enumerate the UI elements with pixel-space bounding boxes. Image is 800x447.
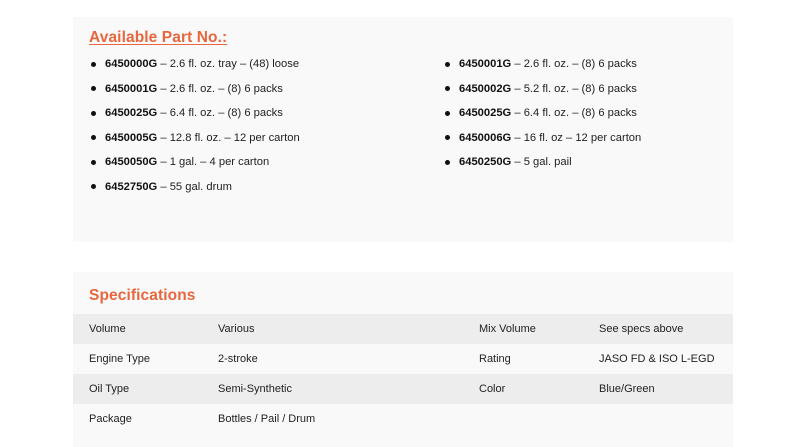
part-number: 6450005G	[105, 131, 158, 144]
table-row: Package Bottles / Pail / Drum	[73, 404, 733, 434]
part-item: 6450025G – 6.4 fl. oz. – (8) 6 packs	[443, 103, 641, 128]
part-number: 6450025G	[459, 107, 512, 120]
table-row: Engine Type 2-stroke Rating JASO FD & IS…	[73, 344, 733, 374]
bullet-icon	[445, 61, 450, 67]
part-number: 6450250G	[459, 156, 512, 169]
bullet-icon	[91, 61, 96, 67]
bullet-icon	[445, 135, 450, 141]
bullet-icon	[445, 159, 450, 165]
specifications-section: Specifications Volume Various Mix Volume…	[73, 272, 733, 447]
part-item: 6450005G – 12.8 fl. oz. – 12 per carton	[89, 128, 300, 153]
part-item: 6452750G – 55 gal. drum	[89, 177, 300, 202]
specifications-table: Volume Various Mix Volume See specs abov…	[73, 314, 733, 434]
bullet-icon	[445, 86, 450, 92]
part-item: 6450250G – 5 gal. pail	[443, 152, 641, 177]
bullet-icon	[91, 110, 96, 116]
part-item: 6450001G – 2.6 fl. oz. – (8) 6 packs	[89, 79, 300, 104]
part-description: – 5 gal. pail	[511, 156, 572, 169]
part-number: 6450002G	[459, 82, 512, 95]
spec-value: JASO FD & ISO L-EGD	[599, 353, 715, 365]
bullet-icon	[91, 159, 96, 165]
part-number: 6450001G	[459, 58, 512, 70]
spec-label: Volume	[89, 323, 126, 335]
part-number: 6452750G	[105, 180, 158, 193]
part-number: 6450006G	[459, 131, 512, 144]
spec-label: Rating	[479, 353, 511, 365]
bullet-icon	[91, 184, 96, 190]
part-item: 6450006G – 16 fl. oz – 12 per carton	[443, 128, 641, 153]
parts-list-left: 6450000G – 2.6 fl. oz. tray – (48) loose…	[89, 54, 300, 202]
part-description: – 55 gal. drum	[157, 180, 232, 193]
part-description: – 2.6 fl. oz. tray – (48) loose	[157, 58, 300, 70]
bullet-icon	[91, 86, 96, 92]
spec-value: Blue/Green	[599, 383, 655, 395]
spec-value: See specs above	[599, 323, 684, 335]
spec-label: Color	[479, 383, 506, 395]
spec-value: Semi-Synthetic	[218, 383, 292, 395]
part-item: 6450001G – 2.6 fl. oz. – (8) 6 packs	[443, 54, 641, 79]
available-parts-heading: Available Part No.:	[89, 29, 228, 46]
part-description: – 2.6 fl. oz. – (8) 6 packs	[157, 82, 283, 95]
spec-label: Mix Volume	[479, 323, 536, 335]
part-number: 6450025G	[105, 107, 158, 120]
parts-list-right: 6450001G – 2.6 fl. oz. – (8) 6 packs 645…	[443, 54, 641, 177]
available-parts-section: Available Part No.: 6450000G – 2.6 fl. o…	[73, 17, 733, 242]
part-item: 6450000G – 2.6 fl. oz. tray – (48) loose	[89, 54, 300, 79]
spec-label: Oil Type	[89, 383, 130, 395]
spec-label: Package	[89, 413, 132, 425]
part-description: – 6.4 fl. oz. – (8) 6 packs	[157, 107, 283, 120]
part-description: – 1 gal. – 4 per carton	[157, 156, 270, 169]
part-item: 6450025G – 6.4 fl. oz. – (8) 6 packs	[89, 103, 300, 128]
bullet-icon	[445, 110, 450, 116]
part-number: 6450050G	[105, 156, 158, 169]
table-row: Volume Various Mix Volume See specs abov…	[73, 314, 733, 344]
spec-value: Bottles / Pail / Drum	[218, 413, 316, 425]
part-item: 6450050G – 1 gal. – 4 per carton	[89, 152, 300, 177]
part-description: – 2.6 fl. oz. – (8) 6 packs	[511, 58, 637, 70]
part-description: – 6.4 fl. oz. – (8) 6 packs	[511, 107, 637, 120]
part-number: 6450001G	[105, 82, 158, 95]
part-item: 6450002G – 5.2 fl. oz. – (8) 6 packs	[443, 79, 641, 104]
bullet-icon	[91, 135, 96, 141]
specifications-heading: Specifications	[89, 287, 196, 304]
spec-value: 2-stroke	[218, 353, 258, 365]
part-description: – 5.2 fl. oz. – (8) 6 packs	[511, 82, 637, 95]
spec-label: Engine Type	[89, 353, 150, 365]
part-description: – 16 fl. oz – 12 per carton	[511, 131, 642, 144]
table-row: Oil Type Semi-Synthetic Color Blue/Green	[73, 374, 733, 404]
spec-value: Various	[218, 323, 255, 335]
part-number: 6450000G	[105, 58, 158, 70]
part-description: – 12.8 fl. oz. – 12 per carton	[157, 131, 300, 144]
